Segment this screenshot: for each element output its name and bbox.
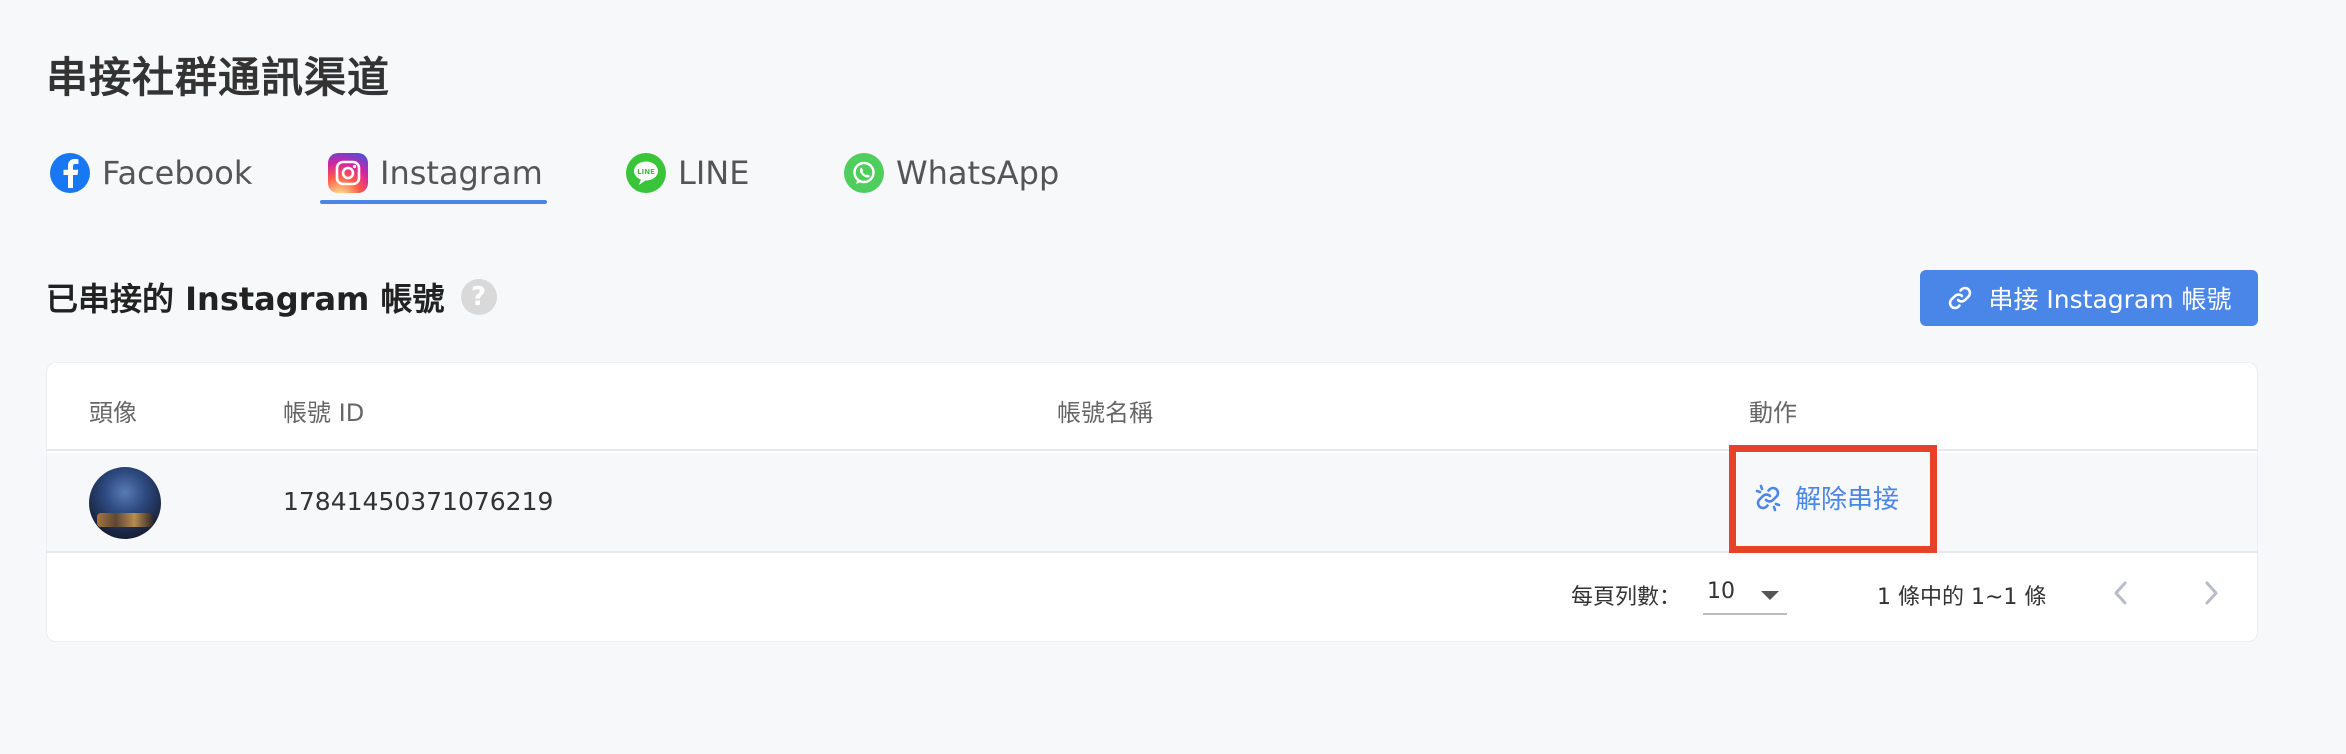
line-icon: LINE: [626, 153, 666, 193]
tab-instagram-label: Instagram: [380, 154, 543, 192]
tab-facebook-label: Facebook: [102, 154, 253, 192]
header-account-id: 帳號 ID: [283, 399, 365, 427]
caret-down-icon: [1761, 591, 1779, 600]
unlink-icon: [1753, 483, 1783, 513]
svg-text:LINE: LINE: [637, 168, 655, 176]
rows-per-page-select[interactable]: 10: [1703, 569, 1787, 615]
tab-facebook[interactable]: Facebook: [50, 142, 252, 204]
table-header: 頭像 帳號 ID 帳號名稱 動作: [47, 363, 2257, 451]
account-id-cell: 17841450371076219: [283, 487, 554, 516]
next-page-button[interactable]: [2193, 575, 2229, 611]
link-icon: [1946, 284, 1974, 312]
header-avatar: 頭像: [89, 399, 137, 427]
avatar: [89, 467, 161, 539]
instagram-icon: [328, 153, 368, 193]
header-account-name: 帳號名稱: [1057, 399, 1153, 427]
unlink-label: 解除串接: [1795, 485, 1900, 515]
rows-per-page-value: 10: [1707, 579, 1735, 604]
unlink-button[interactable]: 解除串接: [1753, 479, 1899, 516]
tab-line[interactable]: LINE LINE: [626, 142, 749, 204]
page-title: 串接社群通訊渠道: [46, 53, 391, 102]
tab-instagram[interactable]: Instagram: [320, 142, 547, 204]
whatsapp-icon: [844, 153, 884, 193]
section-title: 已串接的 Instagram 帳號 ?: [46, 274, 497, 320]
page: 串接社群通訊渠道 Facebook Instagram LINE LINE Wh…: [0, 0, 2346, 754]
accounts-table: 頭像 帳號 ID 帳號名稱 動作 17841450371076219 解除串接 …: [46, 362, 2258, 642]
prev-page-button[interactable]: [2103, 575, 2139, 611]
question-icon[interactable]: ?: [460, 279, 497, 315]
chevron-right-icon: [2205, 581, 2218, 605]
tab-whatsapp-label: WhatsApp: [896, 154, 1060, 192]
tab-line-label: LINE: [678, 154, 750, 192]
connect-instagram-label: 串接 Instagram 帳號: [1988, 285, 2232, 314]
section-title-text: 已串接的 Instagram 帳號: [46, 280, 445, 318]
facebook-icon: [50, 153, 90, 193]
table-row: 17841450371076219 解除串接: [47, 445, 2257, 553]
header-action: 動作: [1749, 399, 1797, 427]
tab-whatsapp[interactable]: WhatsApp: [844, 142, 1059, 204]
rows-per-page-label: 每頁列數：: [1571, 585, 1682, 610]
pagination: 每頁列數： 10 1 條中的 1~1 條: [47, 555, 2257, 641]
pagination-range: 1 條中的 1~1 條: [1877, 585, 2047, 610]
connect-instagram-button[interactable]: 串接 Instagram 帳號: [1920, 270, 2258, 326]
chevron-left-icon: [2114, 581, 2127, 605]
